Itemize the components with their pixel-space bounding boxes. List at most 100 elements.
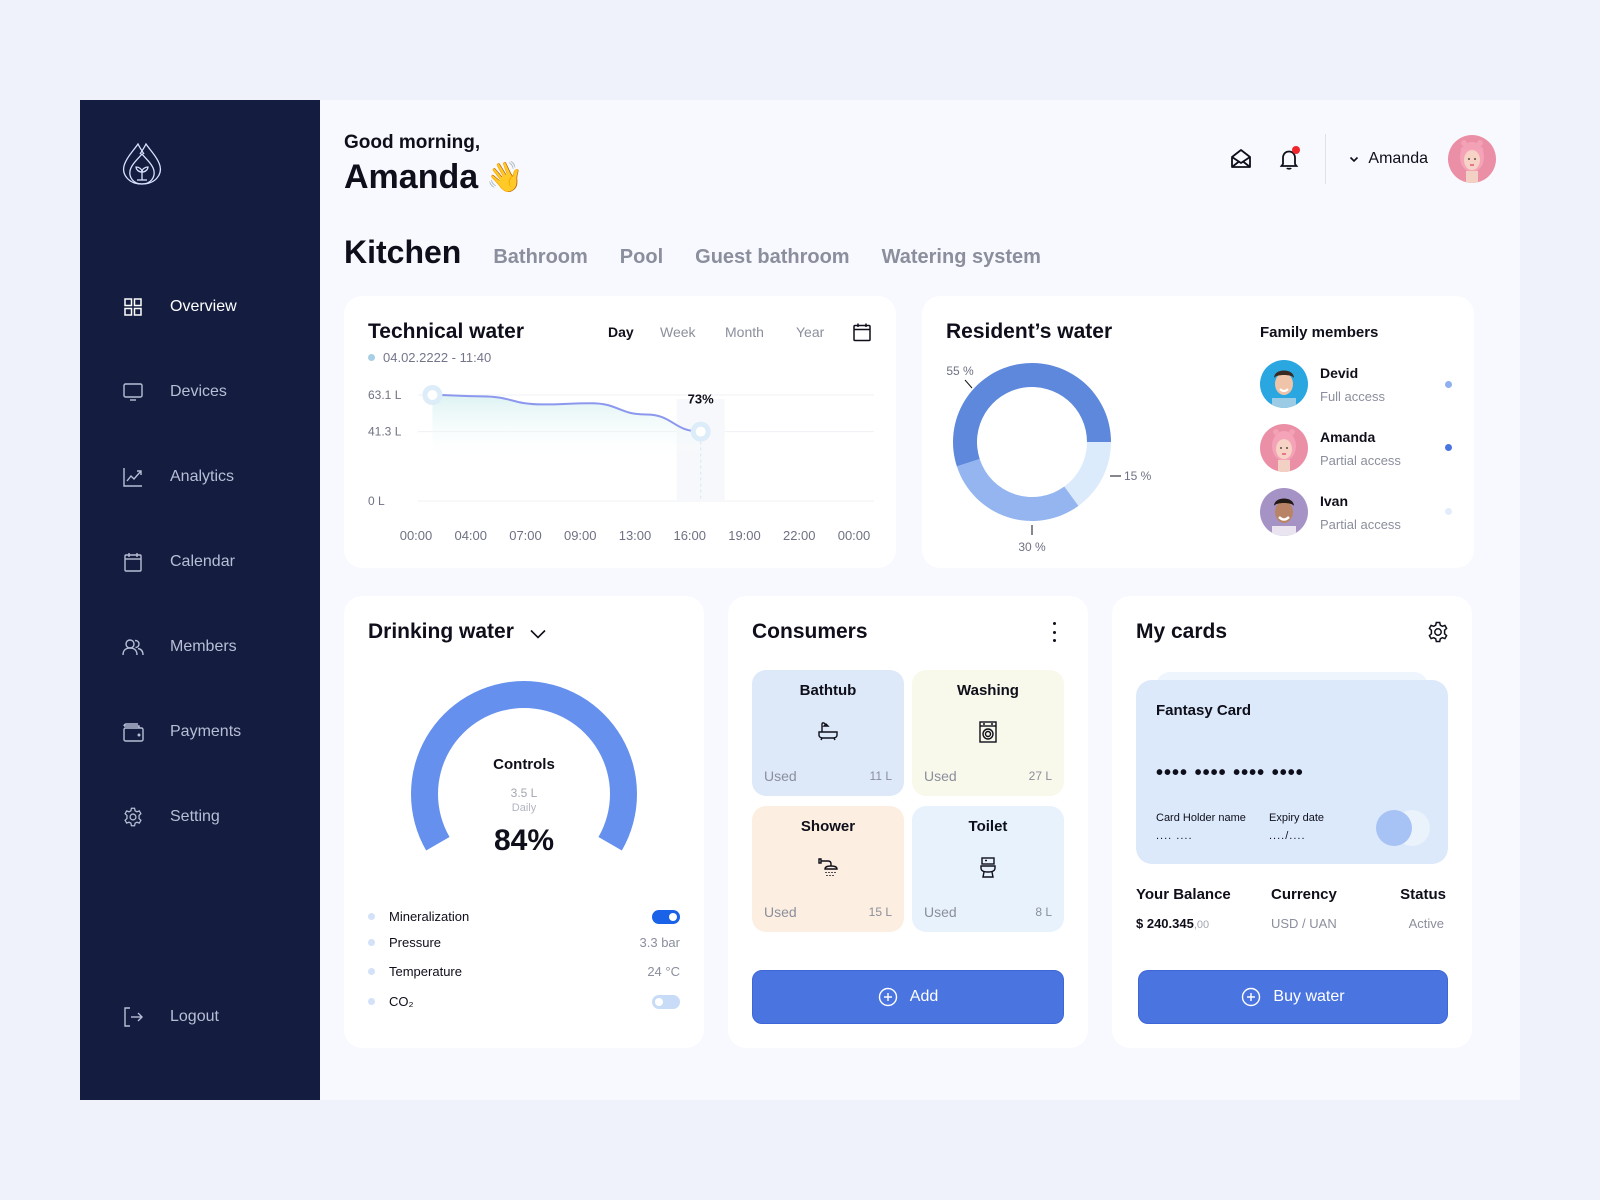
user-name-heading: Amanda [344,158,479,196]
co2-toggle[interactable] [652,994,680,1009]
gauge-period: Daily [511,802,537,814]
user-menu-dropdown[interactable]: Amanda [1348,135,1496,183]
y-tick-label: 63.1 L [368,388,402,402]
y-tick-label: 0 L [368,494,385,508]
control-row-pressure: Pressure 3.3 bar [368,935,680,950]
annotation-label: 73% [688,392,714,407]
consumer-tile-bathtub[interactable]: Bathtub Used 11 L [752,670,904,796]
consumer-value: 11 L [869,769,892,783]
card-number-mask: •••• •••• •••• •••• [1156,762,1304,784]
slice-label: 55 % [946,364,974,378]
data-point [427,390,438,400]
control-row-temperature: Temperature 24 °C [368,964,680,979]
logout-button[interactable]: Logout [122,1002,219,1032]
drinking-water-dropdown-chevron-icon[interactable] [528,624,548,644]
tab-watering-system[interactable]: Watering system [882,246,1041,269]
plus-circle-icon [878,987,897,1007]
monitor-icon [123,383,143,401]
sidebar-item-label: Setting [170,808,220,825]
payment-card[interactable]: Fantasy Card •••• •••• •••• •••• Card Ho… [1136,680,1448,864]
x-tick-label: 04:00 [454,528,487,543]
tab-bathroom[interactable]: Bathroom [493,246,587,269]
consumer-used-label: Used [764,904,797,920]
tab-guest-bathroom[interactable]: Guest bathroom [695,246,849,269]
member-access: Partial access [1320,452,1401,468]
card-brand-circle-icon [1376,810,1412,846]
sidebar-item-overview[interactable]: Overview [122,292,237,322]
bullet-icon [368,913,375,920]
gauge: Controls 3.5 L Daily 84% [344,676,704,896]
card-holder-mask: .... .... [1156,830,1193,842]
notifications-button[interactable] [1277,146,1301,171]
control-label: Mineralization [389,909,470,924]
more-options-icon[interactable] [1048,622,1060,642]
waving-hand-icon: 👋 [486,161,524,194]
avatar-ivan-image [1260,488,1308,536]
sidebar-item-members[interactable]: Members [122,632,237,662]
avatar[interactable] [1448,135,1496,183]
card-settings-gear-icon[interactable] [1426,620,1450,644]
gauge-amount: 3.5 L [510,786,538,800]
toilet-icon [980,857,996,878]
pressure-value: 3.3 bar [639,935,680,950]
avatar [1260,424,1308,472]
tab-pool[interactable]: Pool [620,246,663,269]
member-name: Devid [1320,364,1359,381]
member-status-dot [1445,444,1452,451]
room-tabs: Kitchen Bathroom Pool Guest bathroom Wat… [344,234,1073,271]
buy-water-button[interactable]: Buy water [1138,970,1448,1024]
control-row-mineralization: Mineralization [368,909,680,924]
currency-value: USD / UAN [1271,916,1337,931]
member-name: Amanda [1320,428,1376,445]
consumer-value: 15 L [868,905,892,919]
main-content: Good morning, Amanda 👋 Amanda Kitchen Ba… [320,100,1520,1100]
sidebar-item-calendar[interactable]: Calendar [122,547,235,577]
donut-slice [956,458,1079,521]
member-status-dot [1445,381,1452,388]
avatar-amanda-image [1260,424,1308,472]
sidebar-item-label: Devices [170,383,227,400]
consumer-used-label: Used [764,768,797,784]
control-label: Pressure [389,935,442,950]
x-tick-label: 00:00 [838,528,871,543]
greeting-name-row: Amanda 👋 [344,158,524,197]
balance-label: Your Balance [1136,886,1231,903]
consumer-tile-toilet[interactable]: Toilet Used 8 L [912,806,1064,932]
family-member-row[interactable]: Ivan Partial access [1260,488,1401,536]
currency-label: Currency [1271,886,1337,903]
family-member-row[interactable]: Devid Full access [1260,360,1385,408]
bullet-icon [368,968,375,975]
family-member-row[interactable]: Amanda Partial access [1260,424,1401,472]
balance-main: $ 240.345 [1136,916,1194,931]
tab-kitchen[interactable]: Kitchen [344,234,461,271]
add-consumer-button[interactable]: Add [752,970,1064,1024]
sidebar-item-devices[interactable]: Devices [122,377,227,407]
consumer-value: 27 L [1028,769,1052,783]
avatar [1260,488,1308,536]
my-cards-card: My cards Fantasy Card •••• •••• •••• •••… [1112,596,1472,1048]
sidebar-item-setting[interactable]: Setting [122,802,220,832]
residents-water-donut-chart: 15 % 30 % 55 % [946,362,1152,554]
app-window: Overview Devices Analytics Calendar Memb… [80,100,1520,1100]
sidebar-item-analytics[interactable]: Analytics [122,462,234,492]
mineralization-toggle[interactable] [652,909,680,924]
sidebar: Overview Devices Analytics Calendar Memb… [80,100,320,1100]
temperature-value: 24 °C [647,964,680,979]
area-fill [432,395,701,461]
water-drop-leaf-logo[interactable] [120,140,164,186]
my-cards-title: My cards [1136,620,1228,643]
balance-value: $ 240.345,00 [1136,916,1209,931]
control-label: CO₂ [389,994,414,1009]
status-label: Status [1400,886,1446,903]
consumer-tile-washing[interactable]: Washing Used 27 L [912,670,1064,796]
plus-circle-icon [1242,987,1261,1007]
bullet-icon [368,998,375,1005]
mail-icon [1231,149,1252,168]
sidebar-item-label: Analytics [170,468,235,485]
consumer-used-label: Used [924,768,957,784]
sidebar-item-label: Members [170,638,237,655]
mail-button[interactable] [1229,147,1253,171]
wallet-icon [123,723,144,742]
sidebar-item-payments[interactable]: Payments [122,717,241,747]
consumer-tile-shower[interactable]: Shower Used 15 L [752,806,904,932]
